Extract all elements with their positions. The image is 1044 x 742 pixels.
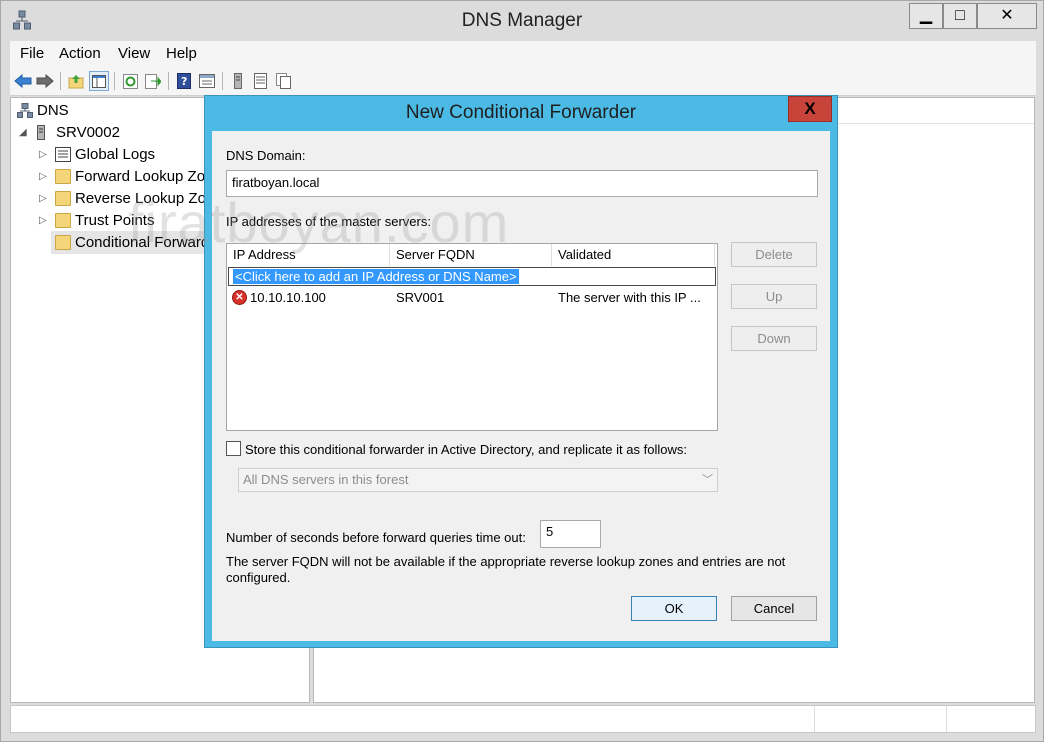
column-server-fqdn[interactable]: Server FQDN [390, 244, 552, 266]
store-in-ad-checkbox[interactable] [226, 441, 241, 456]
collapse-arrow-icon[interactable]: ◢ [19, 122, 27, 144]
dialog-title: New Conditional Forwarder [405, 102, 637, 123]
status-cell [814, 706, 946, 732]
cell-validated: The server with this IP ... [558, 290, 701, 305]
menu-help[interactable]: Help [166, 45, 197, 62]
folder-icon [55, 213, 71, 228]
tree-node-forward-lookup-zones[interactable]: ▷ Forward Lookup Zo [39, 166, 219, 188]
maximize-button[interactable]: □ [943, 3, 977, 29]
tree-label: Reverse Lookup Zor [75, 190, 211, 207]
tree-node-server[interactable]: ◢ SRV0002 [19, 122, 219, 144]
export-icon[interactable] [143, 71, 163, 91]
svg-text:?: ? [181, 75, 187, 88]
fqdn-note: The server FQDN will not be available if… [226, 554, 786, 585]
chevron-down-icon: ﹀ [702, 474, 713, 486]
toolbar: ? [10, 66, 1036, 96]
folder-up-icon[interactable] [66, 71, 86, 91]
menu-bar: File Action View Help [10, 41, 1036, 66]
help-icon[interactable]: ? [174, 71, 194, 91]
refresh-icon[interactable] [120, 71, 140, 91]
log-icon [55, 147, 71, 162]
timeout-field[interactable]: 5 [540, 520, 601, 548]
tree-node-trust-points[interactable]: ▷ Trust Points [39, 210, 219, 232]
dns-node-icon [17, 103, 33, 118]
tree-label: Global Logs [75, 146, 156, 163]
tree-label: DNS [37, 102, 69, 119]
tree-node-dns[interactable]: DNS [17, 100, 217, 122]
ok-button[interactable]: OK [631, 596, 717, 621]
error-icon: ✕ [232, 290, 247, 305]
column-validated[interactable]: Validated [552, 244, 715, 266]
column-ip-address[interactable]: IP Address [227, 244, 390, 266]
dns-domain-field[interactable]: firatboyan.local [226, 170, 818, 197]
dialog-close-button[interactable]: X [788, 96, 832, 122]
status-bar [10, 705, 1036, 733]
replication-scope-value: All DNS servers in this forest [243, 472, 409, 487]
tree-node-reverse-lookup-zones[interactable]: ▷ Reverse Lookup Zor [39, 188, 219, 210]
expand-arrow-icon[interactable]: ▷ [39, 188, 47, 210]
master-servers-list[interactable]: IP Address Server FQDN Validated <Click … [226, 243, 718, 431]
tree-node-global-logs[interactable]: ▷ Global Logs [39, 144, 219, 166]
tree-label: SRV0002 [56, 124, 120, 141]
toolbar-separator [114, 72, 115, 90]
back-icon[interactable] [13, 71, 33, 91]
tree-node-conditional-forwarders[interactable]: Conditional Forward [55, 232, 209, 254]
menu-file[interactable]: File [20, 45, 44, 62]
master-servers-label: IP addresses of the master servers: [226, 214, 431, 229]
forward-icon[interactable] [35, 71, 55, 91]
tree-label: Forward Lookup Zo [75, 168, 206, 185]
expand-arrow-icon[interactable]: ▷ [39, 210, 47, 232]
folder-icon [55, 169, 71, 184]
cell-server-fqdn: SRV001 [396, 290, 445, 305]
tree-label: Trust Points [75, 212, 155, 229]
up-button[interactable]: Up [731, 284, 817, 309]
toolbar-separator [168, 72, 169, 90]
expand-arrow-icon[interactable]: ▷ [39, 144, 47, 166]
store-in-ad-label[interactable]: Store this conditional forwarder in Acti… [245, 442, 687, 457]
window-title: DNS Manager [461, 10, 583, 31]
cell-ip-address: 10.10.10.100 [250, 290, 326, 305]
server-icon[interactable] [228, 71, 248, 91]
show-tree-icon[interactable] [89, 71, 109, 91]
properties-icon[interactable] [197, 71, 217, 91]
cancel-button[interactable]: Cancel [731, 596, 817, 621]
add-ip-prompt[interactable]: <Click here to add an IP Address or DNS … [233, 269, 519, 284]
title-bar: DNS Manager ▁ □ ✕ [1, 1, 1043, 39]
expand-arrow-icon[interactable]: ▷ [39, 166, 47, 188]
minimize-button[interactable]: ▁ [909, 3, 943, 29]
folder-icon [55, 235, 71, 250]
toolbar-separator [60, 72, 61, 90]
dialog-body: DNS Domain: firatboyan.local IP addresse… [212, 131, 830, 641]
add-ip-row[interactable]: <Click here to add an IP Address or DNS … [228, 267, 716, 286]
list-icon[interactable] [250, 71, 270, 91]
menu-action[interactable]: Action [59, 45, 101, 62]
status-cell [946, 706, 1035, 732]
dns-domain-label: DNS Domain: [226, 148, 306, 163]
list-header: IP Address Server FQDN Validated [227, 244, 717, 266]
close-window-button[interactable]: ✕ [977, 3, 1037, 29]
folder-icon [55, 191, 71, 206]
server-node-icon [37, 125, 45, 140]
tree-label: Conditional Forward [75, 234, 209, 251]
new-conditional-forwarder-dialog: New Conditional Forwarder X DNS Domain: … [204, 95, 838, 648]
down-button[interactable]: Down [731, 326, 817, 351]
timeout-label: Number of seconds before forward queries… [226, 530, 526, 545]
table-row[interactable]: ✕ 10.10.10.100 SRV001 The server with th… [227, 288, 717, 308]
copy-icon[interactable] [273, 71, 293, 91]
menu-view[interactable]: View [118, 45, 150, 62]
delete-button[interactable]: Delete [731, 242, 817, 267]
toolbar-separator [222, 72, 223, 90]
replication-scope-select[interactable]: All DNS servers in this forest ﹀ [238, 468, 718, 492]
